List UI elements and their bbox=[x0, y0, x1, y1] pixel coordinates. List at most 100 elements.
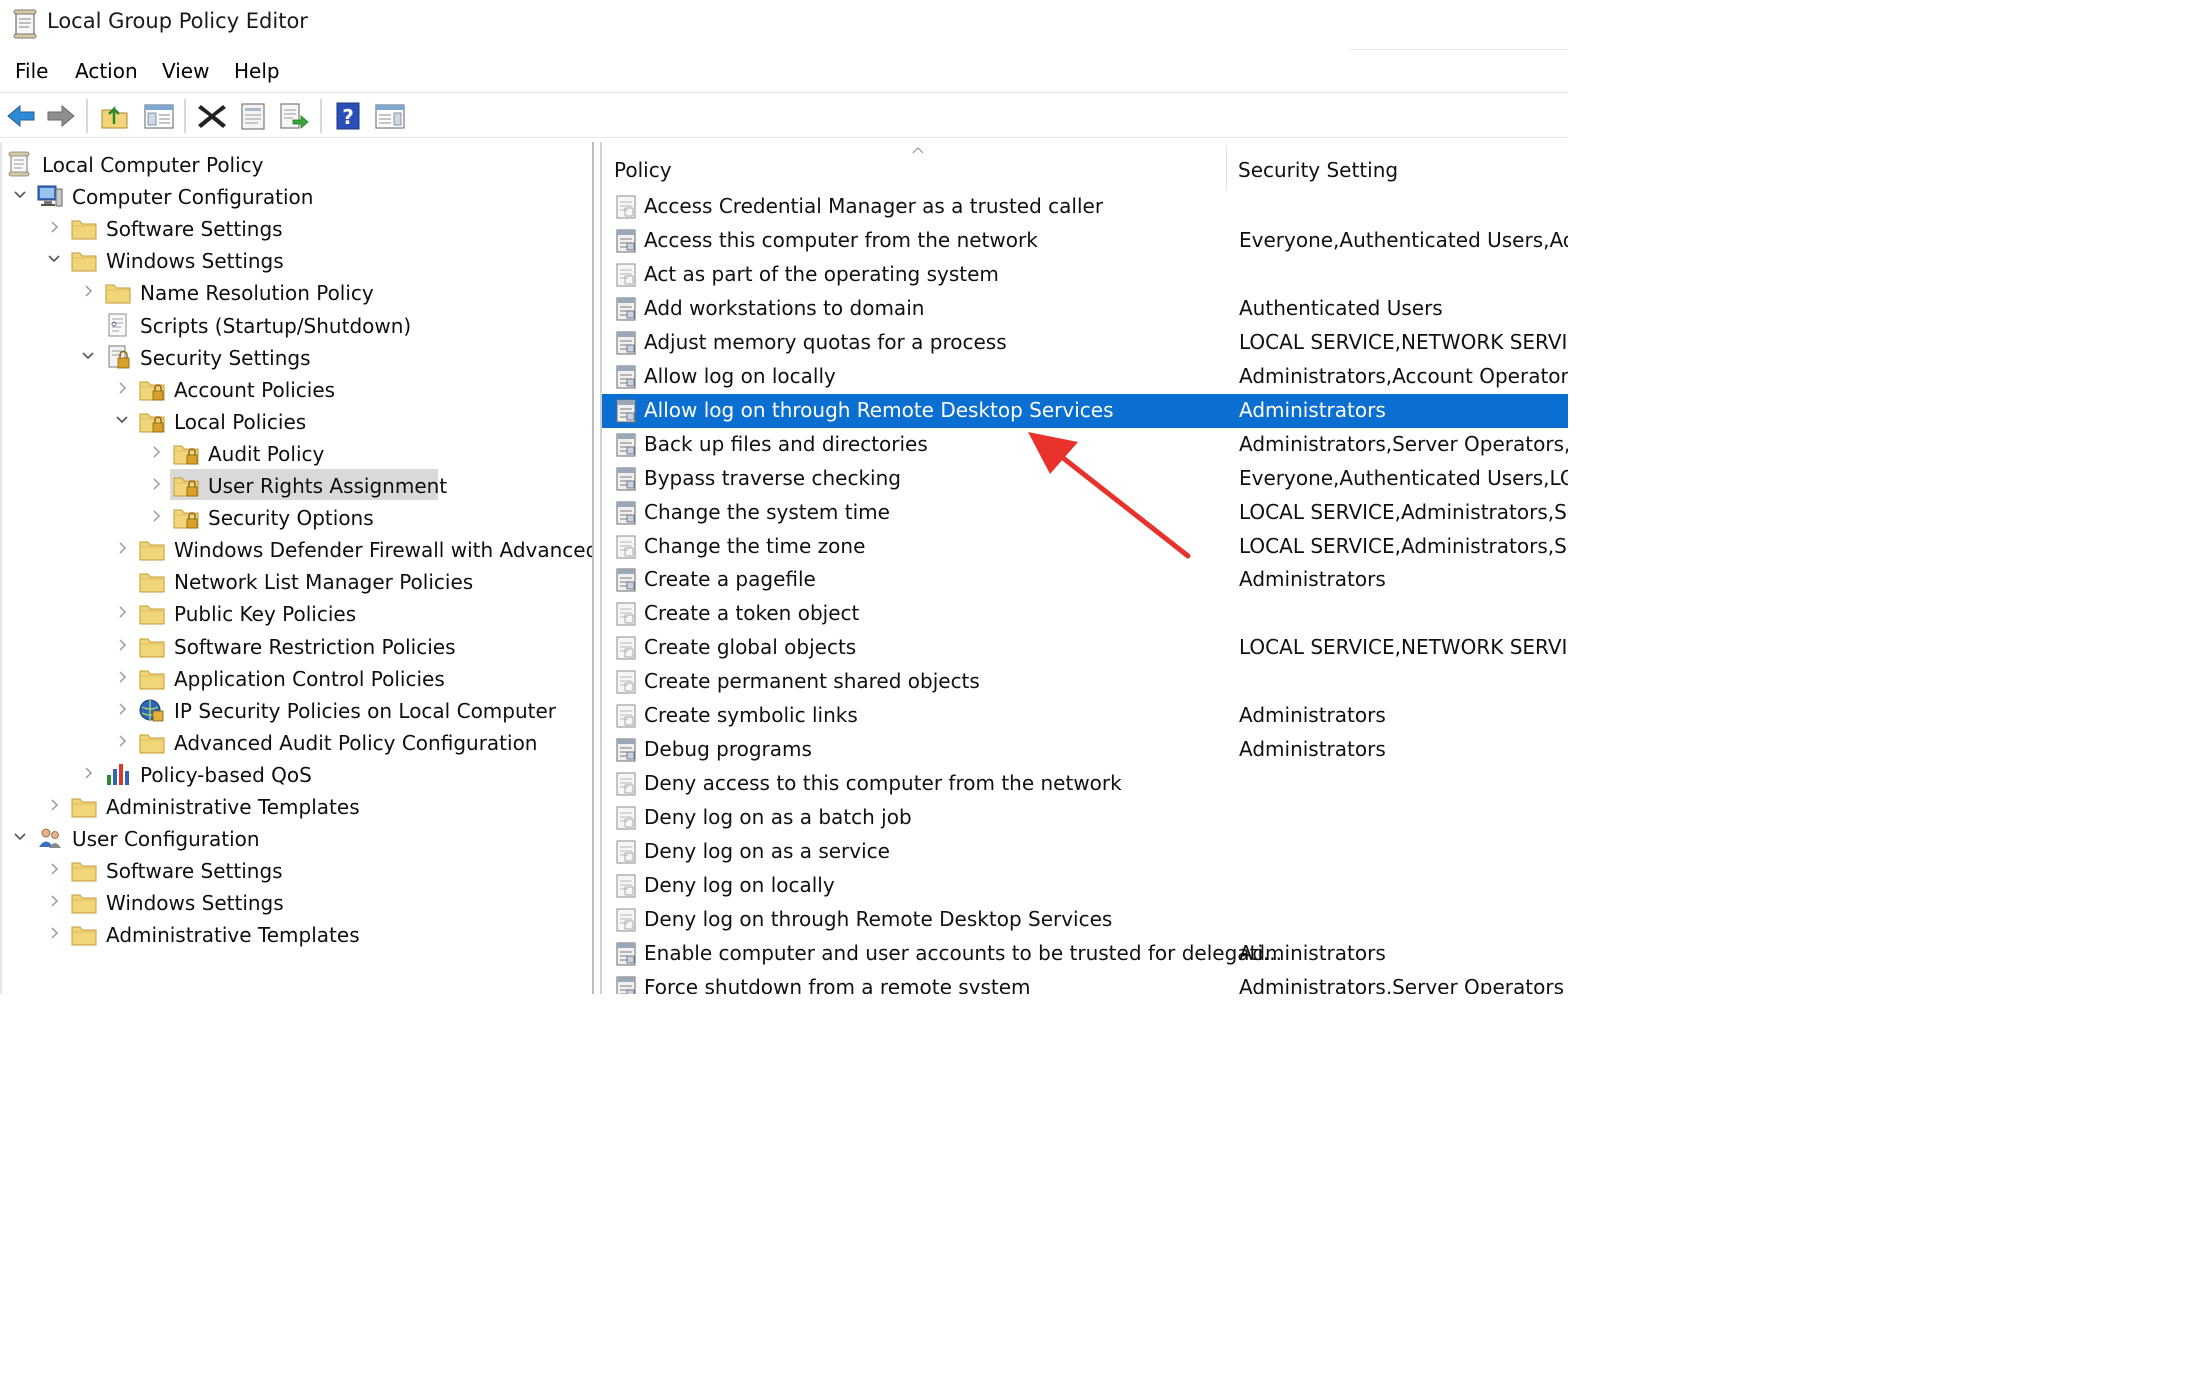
menu-action[interactable]: Action bbox=[75, 59, 138, 83]
list-row[interactable]: Create a pagefile Administrators bbox=[602, 563, 1568, 597]
tree-node[interactable]: Software Restriction Policies bbox=[0, 630, 592, 662]
chevron-right-icon[interactable] bbox=[114, 732, 130, 750]
up-one-level-button[interactable] bbox=[98, 100, 132, 132]
export-list-button[interactable] bbox=[277, 100, 311, 132]
show-hide-tree-button[interactable] bbox=[142, 100, 176, 132]
tree-node[interactable]: Windows Defender Firewall with Advanced … bbox=[0, 533, 592, 565]
tree-node[interactable]: Audit Policy bbox=[0, 437, 592, 469]
tree-node[interactable]: Windows Settings bbox=[0, 244, 592, 276]
list-row[interactable]: Enable computer and user accounts to be … bbox=[602, 937, 1568, 971]
tree-node[interactable]: Windows Settings bbox=[0, 886, 592, 918]
tree-node[interactable]: Security Settings bbox=[0, 341, 592, 373]
tree-node[interactable]: Advanced Audit Policy Configuration bbox=[0, 726, 592, 758]
tree-node-label: Account Policies bbox=[174, 377, 336, 402]
list-row[interactable]: Force shutdown from a remote system Admin… bbox=[602, 971, 1568, 994]
list-row[interactable]: Change the system time LOCAL SERVICE,Admi… bbox=[602, 496, 1568, 530]
back-button[interactable] bbox=[4, 100, 38, 132]
list-row[interactable]: Debug programs Administrators bbox=[602, 733, 1568, 767]
list-row[interactable]: Deny log on as a service bbox=[602, 835, 1568, 869]
details-list[interactable]: Policy Security Setting Access Credentia… bbox=[600, 142, 1568, 994]
policy-doc-set-icon bbox=[614, 330, 638, 356]
policy-scroll-icon bbox=[6, 151, 34, 177]
chevron-right-icon[interactable] bbox=[46, 892, 62, 910]
forward-button[interactable] bbox=[44, 100, 78, 132]
list-row[interactable]: Deny log on as a batch job bbox=[602, 801, 1568, 835]
properties-button[interactable] bbox=[236, 100, 270, 132]
list-row[interactable]: Access Credential Manager as a trusted c… bbox=[602, 190, 1568, 224]
menu-bar: File Action View Help bbox=[0, 54, 1568, 90]
chevron-right-icon[interactable] bbox=[114, 700, 130, 718]
list-row[interactable]: Create symbolic links Administrators bbox=[602, 699, 1568, 733]
list-row[interactable]: Allow log on locally Administrators,Accou… bbox=[602, 360, 1568, 394]
chevron-right-icon[interactable] bbox=[114, 636, 130, 654]
tree-node[interactable]: User Configuration bbox=[0, 822, 592, 854]
list-row[interactable]: Create global objects LOCAL SERVICE,NETWO… bbox=[602, 631, 1568, 665]
chevron-down-icon[interactable] bbox=[114, 411, 130, 429]
chevron-right-icon[interactable] bbox=[114, 668, 130, 686]
list-row[interactable]: Add workstations to domain Authenticated … bbox=[602, 292, 1568, 326]
tree-node[interactable]: Administrative Templates bbox=[0, 790, 592, 822]
tree-node[interactable]: Security Options bbox=[0, 501, 592, 533]
tree-node[interactable]: Computer Configuration bbox=[0, 180, 592, 212]
menu-help[interactable]: Help bbox=[234, 59, 280, 83]
computer-icon bbox=[36, 183, 64, 209]
list-row[interactable]: Deny access to this computer from the ne… bbox=[602, 767, 1568, 801]
list-row[interactable]: Create permanent shared objects bbox=[602, 665, 1568, 699]
chevron-right-icon[interactable] bbox=[114, 539, 130, 557]
toolbar-separator bbox=[184, 99, 186, 133]
chevron-right-icon[interactable] bbox=[114, 603, 130, 621]
list-row[interactable]: Access this computer from the network Eve… bbox=[602, 224, 1568, 258]
folder-icon bbox=[70, 793, 98, 819]
toolbar-separator bbox=[320, 99, 322, 133]
chevron-right-icon[interactable] bbox=[80, 764, 96, 782]
list-row[interactable]: Change the time zone LOCAL SERVICE,Admini… bbox=[602, 530, 1568, 564]
tree-node[interactable]: Software Settings bbox=[0, 854, 592, 886]
delete-button[interactable] bbox=[195, 100, 229, 132]
list-row[interactable]: Act as part of the operating system bbox=[602, 258, 1568, 292]
list-row[interactable]: Adjust memory quotas for a process LOCAL … bbox=[602, 326, 1568, 360]
chevron-right-icon[interactable] bbox=[148, 507, 164, 525]
tree-node[interactable]: Application Control Policies bbox=[0, 662, 592, 694]
tree-node[interactable]: Account Policies bbox=[0, 373, 592, 405]
list-row[interactable]: Create a token object bbox=[602, 597, 1568, 631]
chevron-right-icon[interactable] bbox=[46, 796, 62, 814]
tree-node[interactable]: Software Settings bbox=[0, 212, 592, 244]
tree-node[interactable]: Network List Manager Policies bbox=[0, 565, 592, 597]
chevron-right-icon[interactable] bbox=[80, 282, 96, 300]
list-row[interactable]: Back up files and directories Administrat… bbox=[602, 428, 1568, 462]
tree-node[interactable]: Scripts (Startup/Shutdown) bbox=[0, 309, 592, 341]
chevron-right-icon[interactable] bbox=[46, 218, 62, 236]
chevron-right-icon[interactable] bbox=[148, 443, 164, 461]
chevron-down-icon[interactable] bbox=[12, 186, 28, 204]
menu-view[interactable]: View bbox=[162, 59, 209, 83]
tree-node[interactable]: Policy-based QoS bbox=[0, 758, 592, 790]
folder-icon bbox=[138, 536, 166, 562]
chevron-down-icon[interactable] bbox=[46, 250, 62, 268]
column-header-security-setting[interactable]: Security Setting bbox=[1238, 158, 1398, 182]
tree-node[interactable]: Public Key Policies bbox=[0, 597, 592, 629]
tree-node[interactable]: Local Computer Policy bbox=[0, 148, 592, 180]
chevron-right-icon[interactable] bbox=[46, 924, 62, 942]
list-row[interactable]: Deny log on locally bbox=[602, 869, 1568, 903]
tree-node[interactable]: Local Policies bbox=[0, 405, 592, 437]
security-setting-value: Authenticated Users bbox=[1239, 295, 1443, 320]
chevron-down-icon[interactable] bbox=[12, 828, 28, 846]
list-row-selected[interactable]: Allow log on through Remote Desktop Serv… bbox=[602, 393, 1568, 428]
show-hide-action-pane-button[interactable] bbox=[373, 100, 407, 132]
menu-file[interactable]: File bbox=[15, 59, 48, 83]
help-button[interactable]: ? bbox=[331, 100, 365, 132]
column-header-policy[interactable]: Policy bbox=[614, 158, 672, 182]
title-bar: Local Group Policy Editor bbox=[0, 0, 1568, 50]
chevron-down-icon[interactable] bbox=[80, 347, 96, 365]
list-row[interactable]: Bypass traverse checking Everyone,Authent… bbox=[602, 462, 1568, 496]
console-tree[interactable]: Local Computer Policy Computer Configurat… bbox=[0, 142, 594, 994]
chevron-right-icon[interactable] bbox=[148, 475, 164, 493]
chevron-right-icon[interactable] bbox=[114, 379, 130, 397]
tree-node[interactable]: Name Resolution Policy bbox=[0, 276, 592, 308]
tree-node[interactable]: Administrative Templates bbox=[0, 918, 592, 950]
tree-node[interactable]: IP Security Policies on Local Computer bbox=[0, 694, 592, 726]
chevron-right-icon[interactable] bbox=[46, 860, 62, 878]
tree-node[interactable]: User Rights Assignment bbox=[0, 469, 592, 501]
list-row[interactable]: Deny log on through Remote Desktop Servi… bbox=[602, 903, 1568, 937]
column-divider[interactable] bbox=[1226, 146, 1227, 190]
